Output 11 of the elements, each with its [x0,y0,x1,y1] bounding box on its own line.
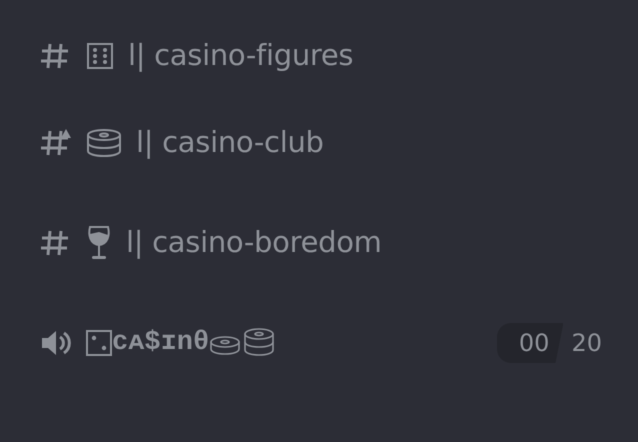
channel-name[interactable]: l| casino-boredom [126,221,382,265]
channel-name[interactable]: ᴄᴀ$ɪnθ [112,322,210,364]
die-icon [86,42,114,68]
speaker-icon [40,329,72,357]
channel-name[interactable]: l| casino-club [136,121,324,165]
user-count: 00 [496,323,564,363]
wine-glass-icon [86,225,112,261]
die-icon [86,330,112,356]
user-limit: 20 [570,328,603,359]
channel-name[interactable]: l| casino-figures [128,34,354,78]
poker-chips-icon [86,128,122,158]
